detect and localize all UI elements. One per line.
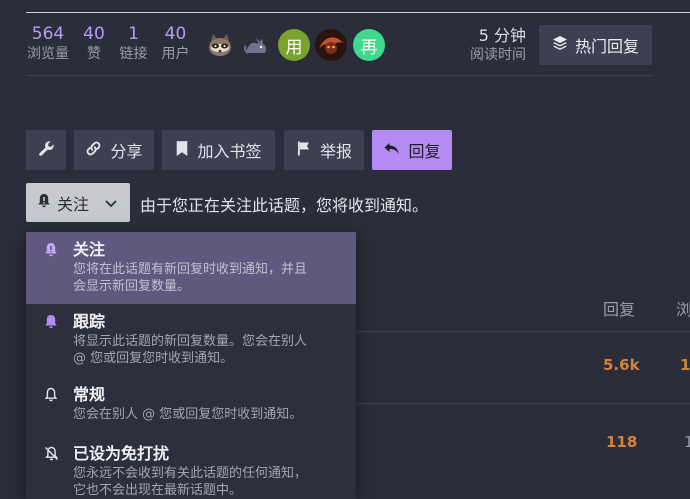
reply-label: 回复: [408, 142, 441, 161]
menu-option-title: 关注: [73, 240, 106, 259]
stat-likes-value: 40: [83, 24, 105, 44]
table-row-divider: [356, 403, 690, 404]
link-icon: [85, 140, 102, 161]
menu-option-title: 常规: [73, 385, 106, 404]
flag-label: 举报: [319, 142, 352, 161]
description-line: 您会在别人 @ 您或回复您时收到通知。: [73, 407, 303, 422]
wrench-icon: [38, 140, 55, 161]
bell-outline-icon: [44, 387, 58, 406]
notification-level-dropdown[interactable]: 关注: [26, 183, 130, 222]
table-row-divider: [356, 331, 690, 332]
description-line: 它也不会出现在最新话题中。: [73, 483, 243, 498]
stat-views-label: 浏览量: [27, 46, 69, 62]
read-time-label: 阅读时间: [470, 47, 526, 63]
stat-links-value: 1: [128, 24, 139, 44]
meta-divider: [26, 75, 652, 76]
stat-users-value: 40: [164, 24, 187, 44]
bookmark-button[interactable]: 加入书签: [162, 130, 275, 170]
layers-icon: [552, 35, 568, 55]
row-2-views: 1: [684, 433, 690, 451]
share-button[interactable]: 分享: [74, 130, 154, 170]
menu-option-regular[interactable]: 常规 您会在别人 @ 您或回复您时收到通知。: [26, 376, 356, 436]
menu-option-muted[interactable]: 已设为免打扰 您永远不会收到有关此话题的任何通知， 它也不会出现在最新话题中。: [26, 436, 356, 499]
stat-users: 40 用户: [160, 24, 191, 63]
bell-slash-icon: [44, 446, 59, 465]
bell-filled-icon: [44, 314, 58, 333]
bookmark-label: 加入书签: [197, 142, 262, 161]
share-label: 分享: [110, 142, 143, 161]
menu-option-description: 将显示此话题的新回复数量。您会在别人 @ 您或回复您时收到通知。: [73, 333, 345, 367]
column-header-replies[interactable]: 回复: [603, 296, 635, 320]
stat-users-label: 用户: [161, 46, 190, 62]
stat-links-label: 链接: [119, 46, 148, 62]
row-2-replies[interactable]: 118: [606, 433, 637, 451]
description-line: 将显示此话题的新回复数量。您会在别人: [73, 334, 308, 349]
stat-views-value: 564: [31, 24, 65, 44]
row-1-replies[interactable]: 5.6k: [603, 356, 640, 374]
row-1-views: 1: [680, 356, 690, 374]
column-header-views[interactable]: 浏: [676, 296, 690, 320]
avatar-photo[interactable]: [315, 29, 347, 61]
flag-button[interactable]: 举报: [284, 130, 364, 170]
stat-views: 564 浏览量: [26, 24, 70, 63]
reply-button[interactable]: 回复: [372, 130, 452, 170]
menu-option-title: 跟踪: [73, 312, 106, 331]
bell-dot-icon: [44, 242, 58, 261]
bell-dot-icon: [37, 193, 51, 212]
read-time-value: 5 分钟: [478, 26, 526, 45]
avatar-raccoon[interactable]: [204, 29, 236, 61]
menu-option-tracking[interactable]: 跟踪 将显示此话题的新回复数量。您会在别人 @ 您或回复您时收到通知。: [26, 304, 356, 376]
notification-notice: 由于您正在关注此话题，您将收到通知。: [140, 196, 429, 215]
reply-icon: [383, 140, 400, 160]
read-time: 5 分钟 阅读时间: [470, 26, 526, 64]
description-line: 您永远不会收到有关此话题的任何通知，: [73, 466, 308, 481]
description-line: 您将在此话题有新回复时收到通知，并且: [73, 262, 308, 277]
description-line: 会显示新回复数量。: [73, 279, 191, 294]
description-line: @ 您或回复您时收到通知。: [73, 351, 234, 366]
admin-tools-button[interactable]: [26, 130, 66, 170]
menu-option-description: 您永远不会收到有关此话题的任何通知， 它也不会出现在最新话题中。: [73, 465, 345, 499]
notification-level-label: 关注: [57, 194, 90, 214]
flag-icon: [296, 140, 312, 161]
menu-option-watching[interactable]: 关注 您将在此话题有新回复时收到通知，并且 会显示新回复数量。: [26, 232, 356, 304]
menu-option-description: 您会在别人 @ 您或回复您时收到通知。: [73, 406, 345, 423]
stat-likes: 40 赞: [80, 24, 108, 63]
stat-likes-label: 赞: [87, 46, 101, 62]
avatar-letter-2[interactable]: 再: [353, 29, 385, 61]
avatar-letter-1[interactable]: 用: [278, 29, 310, 61]
notification-level-menu: 关注 您将在此话题有新回复时收到通知，并且 会显示新回复数量。 跟踪 将显示此话…: [26, 232, 356, 499]
hot-replies-button[interactable]: 热门回复: [539, 25, 652, 65]
top-divider: [26, 12, 690, 13]
hot-replies-label: 热门回复: [574, 37, 639, 56]
menu-option-description: 您将在此话题有新回复时收到通知，并且 会显示新回复数量。: [73, 261, 345, 295]
stat-links: 1 链接: [118, 24, 149, 63]
bookmark-icon: [175, 140, 189, 161]
avatar-cat[interactable]: [240, 29, 272, 61]
chevron-down-icon: [105, 193, 117, 212]
menu-option-title: 已设为免打扰: [73, 444, 170, 463]
